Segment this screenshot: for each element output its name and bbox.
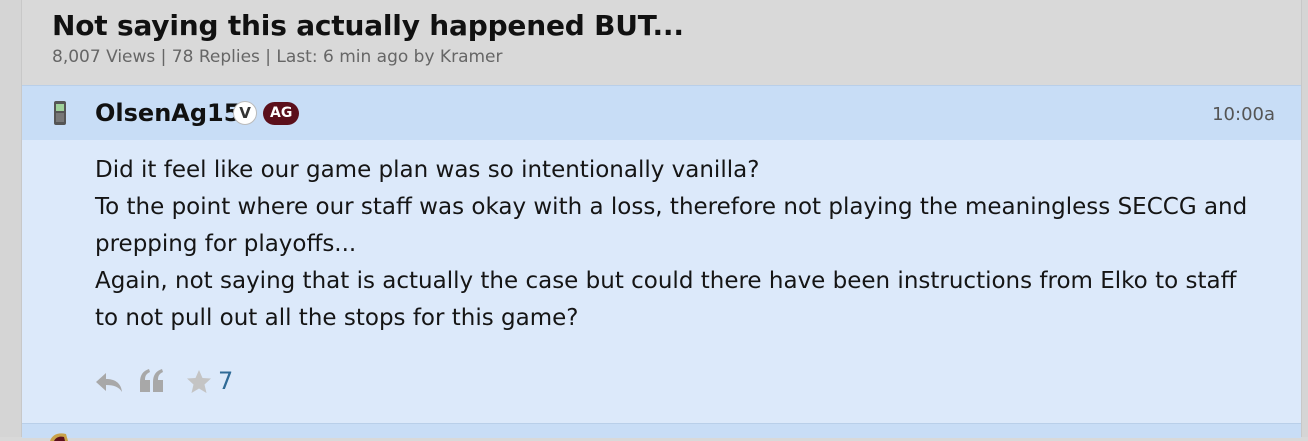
- ag-badge: AG: [263, 102, 300, 125]
- post-body-line: Again, not saying that is actually the c…: [95, 268, 1237, 331]
- post-body: Did it feel like our game plan was so in…: [95, 152, 1255, 337]
- post-body-line: To the point where our staff was okay wi…: [95, 194, 1248, 257]
- username-link[interactable]: OlsenAg15: [95, 99, 240, 127]
- verified-badge: V: [233, 101, 257, 125]
- post-header: OlsenAg15 V AG 10:00a: [22, 86, 1301, 140]
- thread-meta: 8,007 Views | 78 Replies | Last: 6 min a…: [52, 47, 503, 67]
- post: OlsenAg15 V AG 10:00a Did it feel like o…: [22, 85, 1301, 424]
- star-count[interactable]: 7: [218, 367, 233, 395]
- avatar-icon: [50, 433, 68, 441]
- thread-header: Not saying this actually happened BUT...…: [22, 0, 1301, 84]
- left-gutter: [0, 0, 22, 437]
- thread-title: Not saying this actually happened BUT...: [52, 9, 684, 42]
- quote-icon[interactable]: [138, 368, 166, 394]
- next-post-header: [22, 423, 1301, 441]
- mobile-phone-icon: [54, 101, 66, 125]
- reply-icon[interactable]: [94, 370, 124, 394]
- right-gutter: [1301, 0, 1308, 437]
- star-icon[interactable]: [185, 368, 213, 396]
- post-time[interactable]: 10:00a: [1212, 104, 1275, 125]
- post-body-line: Did it feel like our game plan was so in…: [95, 157, 760, 183]
